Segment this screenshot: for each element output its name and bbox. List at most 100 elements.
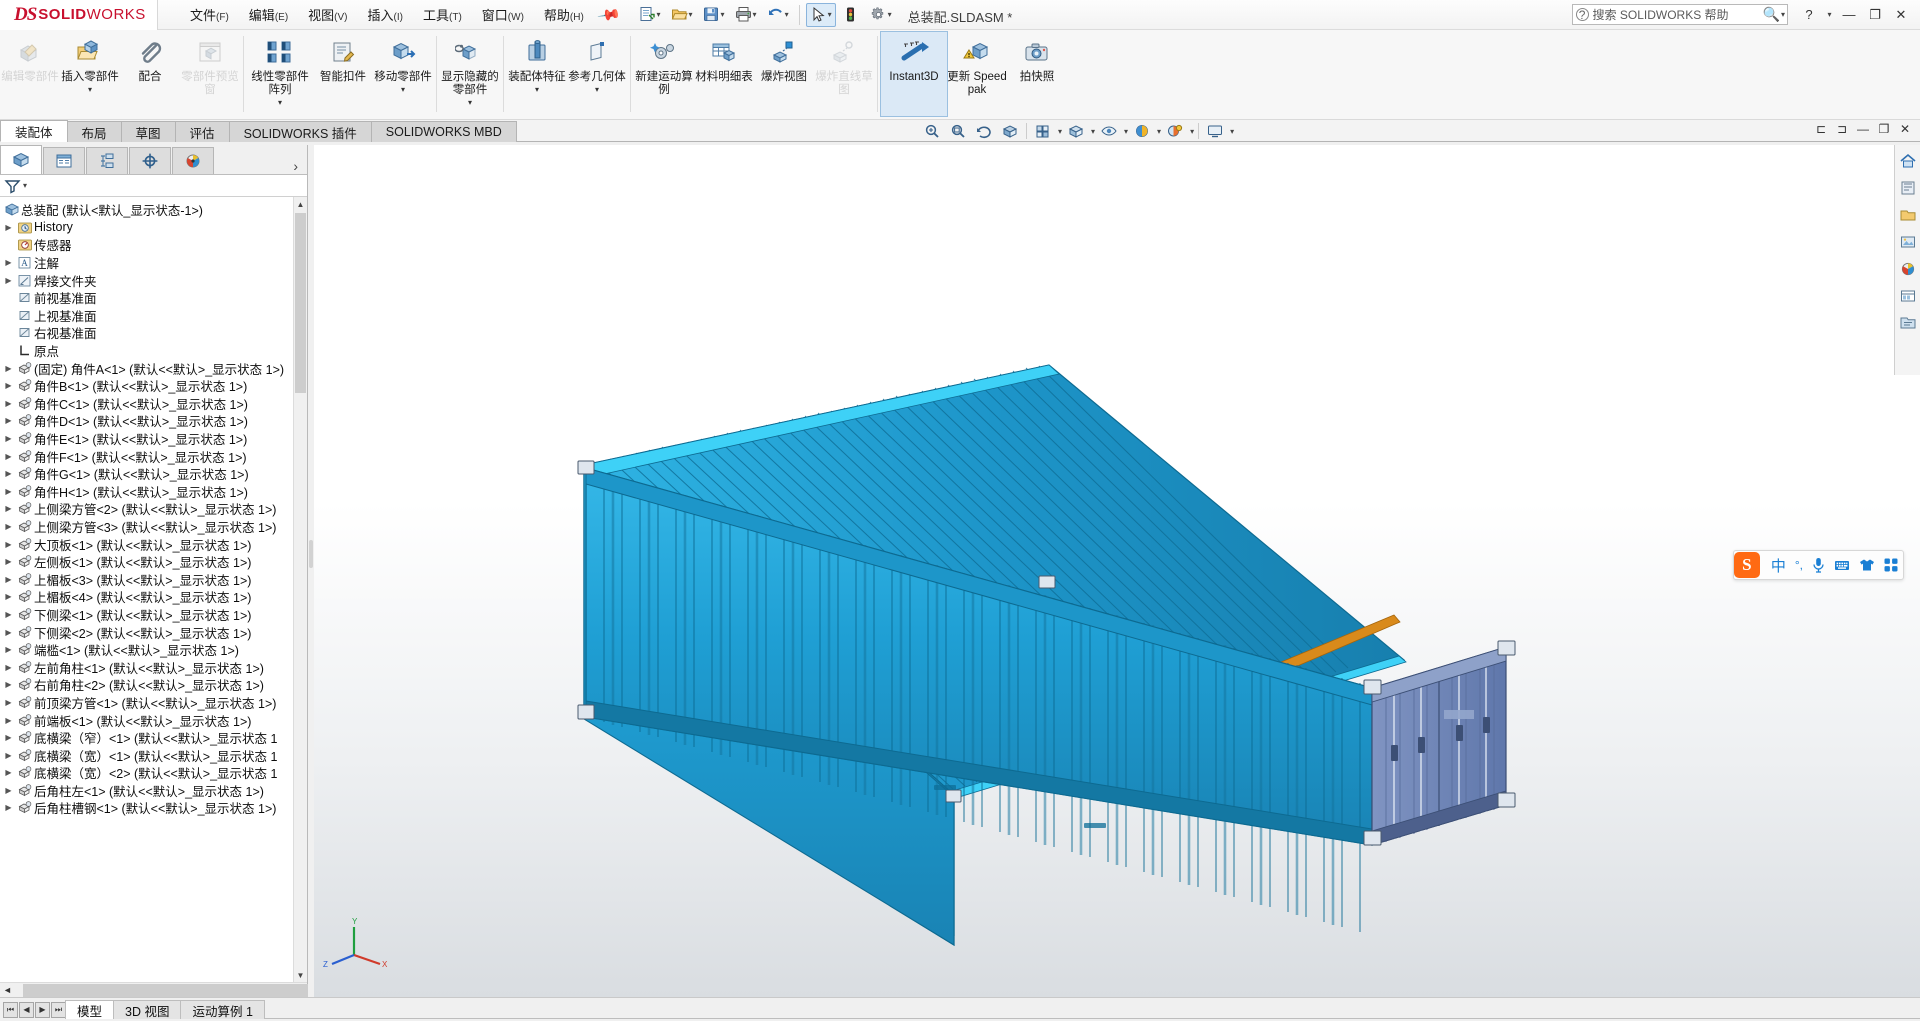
expand-arrow-icon[interactable]: ▶ <box>2 663 15 672</box>
feature-tree-item[interactable]: ▶ 角件B<1> (默认<<默认>_显示状态 1>) <box>0 377 307 395</box>
chevron-down-icon[interactable]: ▾ <box>401 85 405 94</box>
expand-arrow-icon[interactable]: ▶ <box>2 504 15 513</box>
expand-arrow-icon[interactable]: ▶ <box>2 698 15 707</box>
menu-view[interactable]: 视图(V) <box>298 1 357 28</box>
pin-icon[interactable]: 📌 <box>596 2 622 28</box>
feature-tree-item[interactable]: ▶ 后角柱左<1> (默认<<默认>_显示状态 1>) <box>0 782 307 800</box>
feature-tree-item[interactable]: ▶ 端槛<1> (默认<<默认>_显示状态 1>) <box>0 641 307 659</box>
tab-sketch[interactable]: 草图 <box>120 121 176 142</box>
expand-arrow-icon[interactable]: ▶ <box>2 381 15 390</box>
expand-arrow-icon[interactable]: ▶ <box>2 258 15 267</box>
chevron-down-icon[interactable]: ▾ <box>785 10 789 19</box>
nav-prev-button[interactable]: ◀ <box>19 1001 34 1018</box>
expand-arrow-icon[interactable]: ▶ <box>2 803 15 812</box>
expand-arrow-icon[interactable]: ▶ <box>2 628 15 637</box>
tab-layout[interactable]: 布局 <box>66 121 122 142</box>
ribbon-linear-component-pattern[interactable]: 线性零部件阵列 ▾ <box>247 32 313 116</box>
chevron-down-icon[interactable]: ▾ <box>278 98 282 107</box>
doc-minimize-button[interactable]: — <box>1854 120 1872 138</box>
expand-arrow-icon[interactable]: ▶ <box>2 416 15 425</box>
section-view-icon[interactable] <box>998 120 1022 142</box>
expand-arrow-icon[interactable]: ▶ <box>2 364 15 373</box>
expand-arrow-icon[interactable]: ▶ <box>2 434 15 443</box>
status-tab-3dviews[interactable]: 3D 视图 <box>113 1000 182 1019</box>
expand-arrow-icon[interactable]: ▶ <box>2 751 15 760</box>
menu-tools[interactable]: 工具(T) <box>413 1 472 28</box>
chevron-down-icon[interactable]: ▾ <box>689 10 693 19</box>
chevron-down-icon[interactable]: ▾ <box>1781 10 1785 19</box>
scenes-folder-icon[interactable] <box>1898 205 1918 225</box>
tab-assembly[interactable]: 装配体 <box>0 120 68 142</box>
feature-tree-item[interactable]: ▶ 下侧梁<1> (默认<<默认>_显示状态 1>) <box>0 606 307 624</box>
status-tab-model[interactable]: 模型 <box>65 1000 115 1019</box>
display-style-icon[interactable] <box>1064 120 1088 142</box>
print-document-button[interactable]: ▾ <box>731 3 761 27</box>
view-home-icon[interactable] <box>1898 151 1918 171</box>
zoom-to-area-icon[interactable] <box>946 120 970 142</box>
ribbon-exploded-view[interactable]: 爆炸视图 <box>754 32 814 116</box>
ime-toolbar[interactable]: S 中 °, <box>1732 550 1904 580</box>
view-settings-icon[interactable] <box>1203 120 1227 142</box>
feature-tree-item[interactable]: ▶ 大顶板<1> (默认<<默认>_显示状态 1>) <box>0 535 307 553</box>
feature-tree-item[interactable]: ▶ 前顶梁方管<1> (默认<<默认>_显示状态 1>) <box>0 694 307 712</box>
file-explorer-icon[interactable] <box>1898 313 1918 333</box>
ribbon-reference-geometry[interactable]: 参考几何体 ▾ <box>567 32 627 116</box>
keyboard-icon[interactable] <box>1834 558 1850 572</box>
feature-tree-item[interactable]: ▶ 上楣板<3> (默认<<默认>_显示状态 1>) <box>0 570 307 588</box>
feature-tree-item[interactable]: ▶ 下侧梁<2> (默认<<默认>_显示状态 1>) <box>0 623 307 641</box>
chevron-down-icon[interactable]: ▾ <box>657 10 661 19</box>
tab-evaluate[interactable]: 评估 <box>174 121 230 142</box>
feature-tree-item[interactable]: ▶ 角件D<1> (默认<<默认>_显示状态 1>) <box>0 412 307 430</box>
display-manager-tab[interactable] <box>172 147 214 174</box>
chevron-down-icon[interactable]: ▾ <box>595 85 599 94</box>
sogou-ime-logo-icon[interactable]: S <box>1733 552 1760 578</box>
feature-tree-hscrollbar[interactable]: ◄ ► <box>0 982 843 997</box>
feature-tree-item[interactable]: ▶ 焊接文件夹 <box>0 271 307 289</box>
feature-tree-item[interactable]: 传感器 <box>0 236 307 254</box>
ribbon-bom[interactable]: 材料明细表 <box>694 32 754 116</box>
expand-arrow-icon[interactable]: ▶ <box>2 733 15 742</box>
select-tool-button[interactable]: ▾ <box>805 2 836 27</box>
expand-arrow-icon[interactable]: ▶ <box>2 557 15 566</box>
undo-button[interactable]: ▾ <box>763 3 793 27</box>
chevron-down-icon[interactable]: ▾ <box>721 10 725 19</box>
expand-arrow-icon[interactable]: ▶ <box>2 645 15 654</box>
dimxpert-manager-tab[interactable] <box>129 147 171 174</box>
expand-arrow-icon[interactable]: ▶ <box>2 540 15 549</box>
ribbon-component-preview[interactable]: 零部件预览窗 <box>180 32 240 116</box>
skin-shirt-icon[interactable] <box>1859 558 1875 572</box>
custom-appearance-icon[interactable] <box>1898 259 1918 279</box>
options-gear-button[interactable]: ▾ <box>866 3 896 27</box>
doc-close-button[interactable]: ✕ <box>1896 120 1914 138</box>
menu-insert[interactable]: 插入(I) <box>358 1 413 28</box>
microphone-icon[interactable] <box>1812 557 1825 573</box>
search-icon[interactable]: 🔍 <box>1763 6 1780 23</box>
feature-tree-item[interactable]: 右视基准面 <box>0 324 307 342</box>
ribbon-mate[interactable]: 配合 <box>120 32 180 116</box>
toolbox-grid-icon[interactable] <box>1884 558 1898 572</box>
feature-tree-scrollbar[interactable]: ▲ ▼ <box>293 197 307 982</box>
zoom-to-fit-icon[interactable] <box>920 120 944 142</box>
nav-last-button[interactable]: ⏭ <box>51 1001 66 1018</box>
hscroll-track[interactable] <box>15 983 843 997</box>
appearances-icon[interactable] <box>1898 178 1918 198</box>
ribbon-show-hidden-components[interactable]: 显示隐藏的零部件 ▾ <box>440 32 500 116</box>
feature-tree-item[interactable]: ▶ 角件F<1> (默认<<默认>_显示状态 1>) <box>0 447 307 465</box>
feature-tree-item[interactable]: 前视基准面 <box>0 289 307 307</box>
feature-tree-item[interactable]: ▶ 角件H<1> (默认<<默认>_显示状态 1>) <box>0 483 307 501</box>
chevron-down-icon[interactable]: ▾ <box>1190 127 1194 136</box>
decals-icon[interactable] <box>1898 232 1918 252</box>
chevron-down-icon[interactable]: ▾ <box>828 10 832 19</box>
menu-help[interactable]: 帮助(H) <box>534 1 594 28</box>
expand-arrow-icon[interactable]: ▶ <box>2 575 15 584</box>
ribbon-move-component[interactable]: 移动零部件 ▾ <box>373 32 433 116</box>
feature-tree-item[interactable]: ▶ A 注解 <box>0 254 307 272</box>
chevron-down-icon[interactable]: ▾ <box>1058 127 1062 136</box>
container-model-3d[interactable]: Y X Z <box>314 145 1914 995</box>
menu-edit[interactable]: 编辑(E) <box>239 1 298 28</box>
view-orientation-icon[interactable] <box>1031 120 1055 142</box>
chevron-down-icon[interactable]: ▾ <box>753 10 757 19</box>
feature-tree[interactable]: 总装配 (默认<默认_显示状态-1>) ▶ History 传感器 ▶ A 注解 ▶ 焊接文件夹… <box>0 197 307 982</box>
ribbon-smart-fastener[interactable]: 智能扣件 <box>313 32 373 116</box>
splitter-grip[interactable] <box>309 540 313 568</box>
